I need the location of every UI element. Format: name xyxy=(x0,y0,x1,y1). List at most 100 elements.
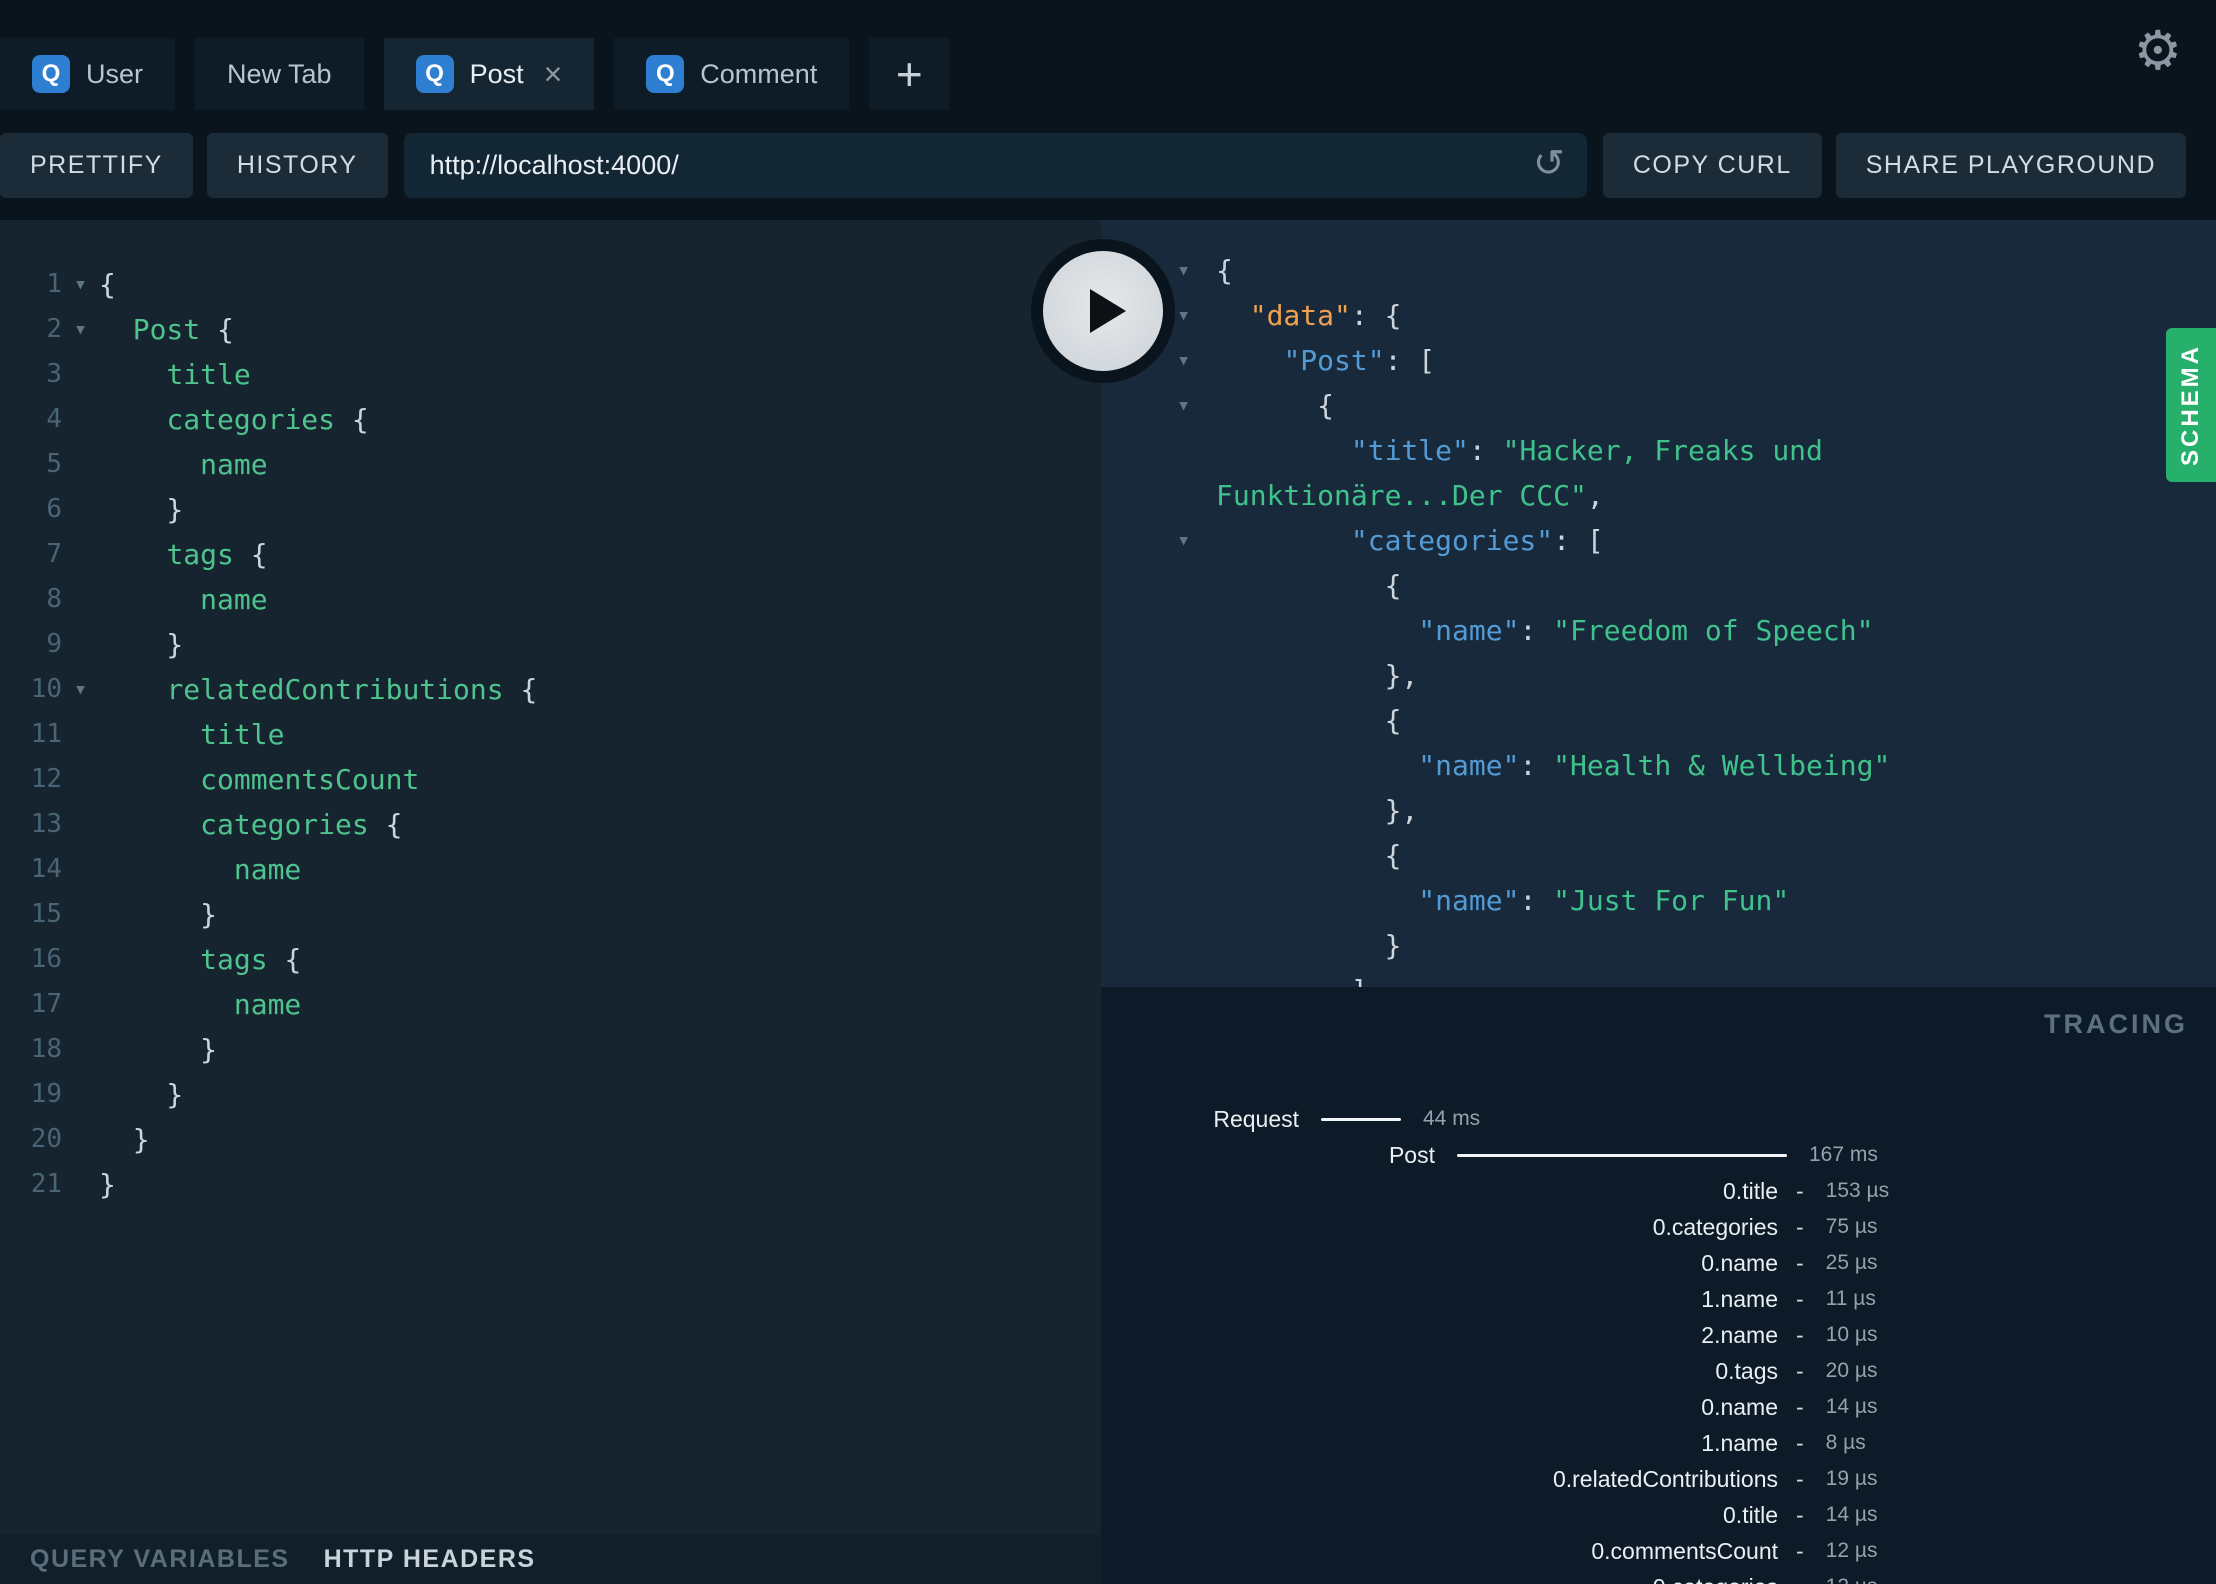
line-number: 20 xyxy=(30,1124,62,1154)
tracing-time: 12 µs xyxy=(1826,1575,1878,1584)
response-code-line: "Post": [ xyxy=(1216,338,1435,383)
query-badge-icon: Q xyxy=(646,55,685,93)
tracing-time: 11 µs xyxy=(1825,1287,1876,1310)
editor-line[interactable]: 14 name xyxy=(0,847,1101,892)
fold-arrow-icon[interactable]: ▾ xyxy=(1171,383,1216,428)
tracing-panel: TRACING Request 44 ms Post 167 ms 0.title -15… xyxy=(1101,987,2216,1584)
code-token: ], xyxy=(1216,974,1385,987)
tracing-row: 0.tags -20 µs xyxy=(1101,1353,2216,1389)
reload-icon[interactable]: ↺ xyxy=(1533,145,1565,183)
query-editor[interactable]: 1 ▾{2 ▾ Post {3 title 4 categories {5 name 6… xyxy=(0,220,1101,1535)
response-code-line: }, xyxy=(1216,788,1419,833)
copy-curl-button[interactable]: COPY CURL xyxy=(1602,132,1822,198)
line-number: 3 xyxy=(46,359,62,389)
editor-line[interactable]: 4 categories { xyxy=(0,397,1101,442)
editor-line[interactable]: 5 name xyxy=(0,442,1101,487)
editor-line[interactable]: 21} xyxy=(0,1162,1101,1207)
editor-line[interactable]: 11 title xyxy=(0,712,1101,757)
tracing-bar xyxy=(1321,1117,1401,1121)
tab-post[interactable]: Q Post × xyxy=(383,38,595,110)
query-variables-tab[interactable]: QUERY VARIABLES xyxy=(30,1545,290,1574)
response-code-line: "name": "Freedom of Speech" xyxy=(1216,608,1873,653)
code-line: } xyxy=(99,487,183,532)
tracing-label: 0.relatedContributions xyxy=(1552,1465,1778,1492)
editor-line[interactable]: 3 title xyxy=(0,352,1101,397)
editor-line[interactable]: 13 categories { xyxy=(0,802,1101,847)
fold-arrow-icon[interactable]: ▾ xyxy=(62,667,99,712)
editor-line[interactable]: 10 ▾ relatedContributions { xyxy=(0,667,1101,712)
editor-line[interactable]: 20 } xyxy=(0,1117,1101,1162)
share-playground-button[interactable]: SHARE PLAYGROUND xyxy=(1835,132,2186,198)
fold-arrow-icon[interactable]: ▾ xyxy=(1171,293,1216,338)
editor-line[interactable]: 9 } xyxy=(0,622,1101,667)
response-code-line: "title": "Hacker, Freaks und xyxy=(1216,428,1823,473)
code-token: } xyxy=(99,898,218,931)
new-tab-button[interactable]: + xyxy=(869,38,950,110)
editor-line[interactable]: 17 name xyxy=(0,982,1101,1027)
fold-arrow-icon[interactable]: ▾ xyxy=(62,307,99,352)
response-line: }, xyxy=(1101,788,2216,833)
close-icon[interactable]: × xyxy=(544,58,563,90)
play-icon xyxy=(1090,289,1126,333)
prettify-button[interactable]: PRETTIFY xyxy=(0,132,193,198)
tab-user[interactable]: Q User xyxy=(0,38,176,110)
code-token: { xyxy=(1216,704,1402,737)
fold-arrow-icon[interactable]: ▾ xyxy=(62,262,99,307)
fold-arrow-icon[interactable]: ▾ xyxy=(1171,248,1216,293)
response-code-line: { xyxy=(1216,248,1233,293)
execute-query-button[interactable] xyxy=(1031,239,1175,383)
response-line: "title": "Hacker, Freaks und xyxy=(1101,428,2216,473)
http-headers-tab[interactable]: HTTP HEADERS xyxy=(324,1545,536,1574)
editor-line[interactable]: 7 tags { xyxy=(0,532,1101,577)
line-number: 17 xyxy=(30,989,62,1019)
editor-line[interactable]: 12 commentsCount xyxy=(0,757,1101,802)
endpoint-url-input[interactable] xyxy=(403,132,1587,198)
editor-line[interactable]: 19 } xyxy=(0,1072,1101,1117)
code-token: }, xyxy=(1216,794,1419,827)
editor-line[interactable]: 1 ▾{ xyxy=(0,262,1101,307)
response-line: { xyxy=(1101,563,2216,608)
schema-side-tab[interactable]: SCHEMA xyxy=(2166,328,2216,482)
tab-label: Comment xyxy=(700,58,818,89)
fold-arrow-icon[interactable]: ▾ xyxy=(1171,338,1216,383)
response-line: "name": "Just For Fun" xyxy=(1101,878,2216,923)
tracing-time: 20 µs xyxy=(1825,1359,1878,1382)
response-line: ▾ "categories": [ xyxy=(1101,518,2216,563)
code-token: } xyxy=(99,1033,218,1066)
editor-line[interactable]: 16 tags { xyxy=(0,937,1101,982)
history-button[interactable]: HISTORY xyxy=(206,132,388,198)
code-line: } xyxy=(99,1117,150,1162)
tracing-row: Post 167 ms xyxy=(1101,1137,2216,1173)
fold-arrow-icon[interactable]: ▾ xyxy=(1171,518,1216,563)
tab-comment[interactable]: Q Comment xyxy=(614,38,850,110)
code-line: title xyxy=(99,712,284,757)
code-token: "Freedom of Speech" xyxy=(1553,614,1874,647)
editor-line[interactable]: 8 name xyxy=(0,577,1101,622)
editor-line[interactable]: 6 } xyxy=(0,487,1101,532)
tab-new-tab[interactable]: New Tab xyxy=(195,38,364,110)
tracing-row: 0.title -14 µs xyxy=(1101,1497,2216,1533)
response-line: "name": "Health & Wellbeing" xyxy=(1101,743,2216,788)
tracing-label: 2.name xyxy=(1701,1321,1778,1348)
editor-line[interactable]: 2 ▾ Post { xyxy=(0,307,1101,352)
code-token: commentsCount xyxy=(200,763,420,796)
settings-gear-icon[interactable]: ⚙ xyxy=(2134,24,2182,78)
code-token: { xyxy=(267,943,302,976)
code-token: "Post" xyxy=(1283,344,1385,377)
editor-line[interactable]: 15 } xyxy=(0,892,1101,937)
response-code-line: { xyxy=(1216,563,1402,608)
code-token: : xyxy=(1468,434,1503,467)
editor-line[interactable]: 18 } xyxy=(0,1027,1101,1072)
